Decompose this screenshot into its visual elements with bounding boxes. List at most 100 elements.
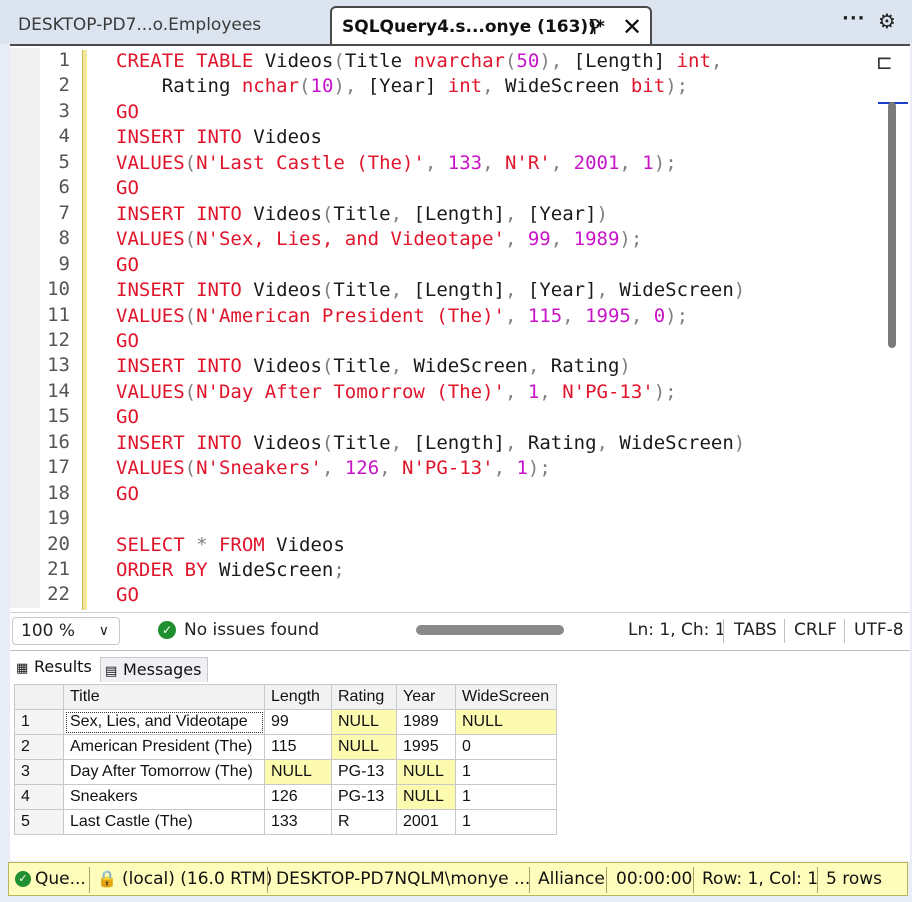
close-icon[interactable]: ✕ — [622, 8, 642, 46]
code-line[interactable]: INSERT INTO Videos(Title, WideScreen, Ra… — [116, 354, 631, 379]
tab-employees[interactable]: DESKTOP-PD7...o.Employees — [8, 6, 328, 44]
grid-cell[interactable]: NULL — [331, 709, 397, 735]
line-number: 2 — [58, 74, 70, 97]
vertical-scroll-thumb[interactable] — [888, 102, 896, 348]
grid-cell[interactable]: NULL — [264, 759, 332, 785]
grid-cell[interactable]: 99 — [264, 709, 332, 735]
grid-cell[interactable]: 1 — [455, 759, 557, 785]
grid-cell[interactable]: NULL — [396, 759, 456, 785]
table-row[interactable]: 3 Day After Tomorrow (The) NULL PG-13 NULL 1 — [14, 759, 557, 785]
row-number-header[interactable] — [14, 684, 64, 710]
code-line[interactable]: CREATE TABLE Videos(Title nvarchar(50), … — [116, 49, 722, 74]
code-line[interactable]: GO — [116, 100, 139, 125]
more-icon[interactable]: ··· — [842, 8, 866, 29]
code-token: ) — [733, 431, 746, 454]
table-row[interactable]: 2 American President (The) 115 NULL 1995 0 — [14, 734, 557, 760]
row-number-cell[interactable]: 2 — [14, 734, 64, 760]
grid-cell[interactable]: PG-13 — [331, 759, 397, 785]
code-line[interactable]: Rating nchar(10), [Year] int, WideScreen… — [116, 74, 688, 99]
table-row[interactable]: 1 Sex, Lies, and Videotape 99 NULL 1989 NULL — [14, 709, 557, 735]
column-header-year[interactable]: Year — [396, 684, 456, 710]
code-token: [Length] — [413, 279, 505, 302]
code-line[interactable]: GO — [116, 253, 139, 278]
grid-cell[interactable]: 1 — [455, 784, 557, 810]
cursor-position[interactable]: Ln: 1, Ch: 1 — [628, 620, 726, 640]
tab-results[interactable]: ▦ Results — [12, 655, 98, 679]
divider — [817, 867, 818, 893]
code-line[interactable]: GO — [116, 482, 139, 507]
code-line[interactable]: INSERT INTO Videos(Title, [Length], [Yea… — [116, 202, 608, 227]
row-number-cell[interactable]: 3 — [14, 759, 64, 785]
pin-icon[interactable]: ⚲ — [588, 8, 601, 46]
code-line[interactable]: VALUES(N'Day After Tomorrow (The)', 1, N… — [116, 380, 677, 405]
grid-cell[interactable]: 133 — [264, 809, 332, 835]
indent-mode[interactable]: TABS — [734, 620, 777, 640]
column-header-length[interactable]: Length — [264, 684, 332, 710]
code-line[interactable]: INSERT INTO Videos(Title, [Length], [Yea… — [116, 278, 745, 303]
grid-cell[interactable]: NULL — [331, 734, 397, 760]
column-header-title[interactable]: Title — [63, 684, 265, 710]
code-token: 126 — [344, 457, 380, 480]
grid-cell[interactable]: 126 — [264, 784, 332, 810]
code-line[interactable]: ORDER BY WideScreen; — [116, 558, 345, 583]
table-row[interactable]: 4 Sneakers 126 PG-13 NULL 1 — [14, 784, 557, 810]
tab-messages[interactable]: ▤ Messages — [100, 657, 208, 682]
grid-cell[interactable]: 1 — [455, 809, 557, 835]
code-line[interactable]: INSERT INTO Videos — [116, 125, 322, 150]
grid-cell[interactable]: 115 — [264, 734, 332, 760]
encoding[interactable]: UTF-8 — [854, 620, 904, 640]
row-number-cell[interactable]: 4 — [14, 784, 64, 810]
code-token: , — [550, 151, 574, 174]
code-line[interactable]: VALUES(N'Last Castle (The)', 133, N'R', … — [116, 151, 677, 176]
code-line[interactable]: VALUES(N'American President (The)', 115,… — [116, 304, 688, 329]
grid-cell[interactable]: Last Castle (The) — [63, 809, 265, 835]
row-number-cell[interactable]: 5 — [14, 809, 64, 835]
code-line[interactable]: VALUES(N'Sneakers', 126, N'PG-13', 1); — [116, 456, 551, 481]
gear-icon[interactable]: ⚙ — [878, 9, 896, 33]
horizontal-scroll-thumb[interactable] — [416, 625, 564, 635]
query-editor[interactable]: 1 2 3 4 5 6 7 8 9 10 11 12 13 14 15 16 17 18 19 20 21 22 CREA… — [10, 44, 910, 612]
line-number: 16 — [47, 430, 70, 453]
vertical-scrollbar[interactable] — [878, 102, 906, 402]
grid-cell[interactable]: Sneakers — [63, 784, 265, 810]
ssms-window: DESKTOP-PD7...o.Employees SQLQuery4.s...… — [0, 0, 912, 902]
code-token: WideScreen — [218, 559, 334, 581]
code-token: N'PG-13' — [562, 380, 654, 403]
code-area[interactable]: CREATE TABLE Videos(Title nvarchar(50), … — [116, 46, 876, 612]
column-header-rating[interactable]: Rating — [331, 684, 397, 710]
code-token: 50 — [516, 50, 540, 72]
word-wrap-icon[interactable]: ⊏ — [876, 50, 893, 74]
column-header-widescreen[interactable]: WideScreen — [455, 684, 557, 710]
grid-cell[interactable]: NULL — [396, 784, 456, 810]
code-line[interactable]: VALUES(N'Sex, Lies, and Videotape', 99, … — [116, 227, 642, 252]
line-ending[interactable]: CRLF — [794, 620, 837, 640]
code-line[interactable]: GO — [116, 583, 139, 608]
line-number: 10 — [47, 278, 70, 301]
grid-cell[interactable]: NULL — [455, 709, 557, 735]
grid-cell[interactable]: Sex, Lies, and Videotape — [63, 709, 265, 735]
grid-cell[interactable]: 1989 — [396, 709, 456, 735]
code-token: ); — [653, 151, 677, 174]
code-token: 1995 — [585, 304, 631, 327]
code-line[interactable]: GO — [116, 329, 139, 354]
grid-cell[interactable]: 1995 — [396, 734, 456, 760]
grid-cell[interactable]: Day After Tomorrow (The) — [63, 759, 265, 785]
code-line[interactable]: GO — [116, 405, 139, 430]
grid-cell[interactable]: PG-13 — [331, 784, 397, 810]
grid-cell[interactable]: 0 — [455, 734, 557, 760]
code-line[interactable]: INSERT INTO Videos(Title, [Length], Rati… — [116, 431, 745, 456]
grid-cell[interactable]: American President (The) — [63, 734, 265, 760]
grid-cell[interactable]: 2001 — [396, 809, 456, 835]
issues-label[interactable]: No issues found — [184, 620, 319, 640]
tab-sqlquery4[interactable]: SQLQuery4.s...onye (163))* ⚲ ✕ — [330, 6, 652, 44]
code-line[interactable]: SELECT * FROM Videos — [116, 533, 345, 558]
zoom-select[interactable]: 100 % ∨ — [12, 617, 120, 645]
table-row[interactable]: 5 Last Castle (The) 133 R 2001 1 — [14, 809, 557, 835]
code-token: , — [710, 50, 723, 72]
row-number-cell[interactable]: 1 — [14, 709, 64, 735]
code-line[interactable]: GO — [116, 176, 139, 201]
results-grid[interactable]: Title Length Rating Year WideScreen 1 Sex… — [14, 684, 557, 835]
grid-cell[interactable]: R — [331, 809, 397, 835]
chevron-down-icon: ∨ — [98, 623, 109, 639]
code-token: ( — [333, 50, 345, 72]
